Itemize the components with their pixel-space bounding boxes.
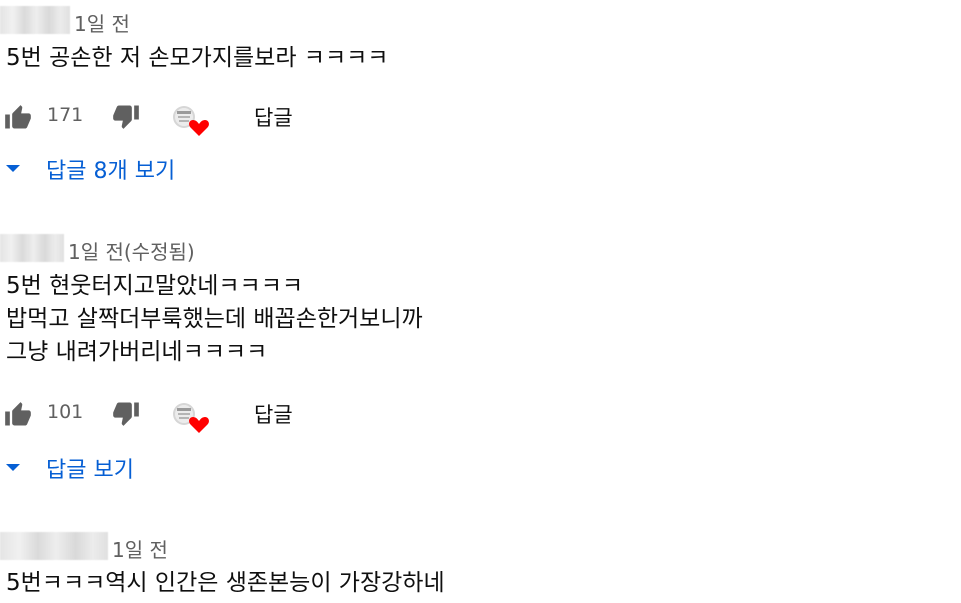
dislike-button[interactable] <box>112 102 140 130</box>
caret-down-icon <box>6 165 20 172</box>
reply-button[interactable]: 답글 <box>254 399 293 429</box>
blurred-author-name[interactable] <box>0 234 64 262</box>
like-count: 101 <box>47 401 84 423</box>
comment-text-line: 5번 현웃터지고말았네ㅋㅋㅋㅋ <box>6 273 304 299</box>
comment-text-line: 밥먹고 살짝더부룩했는데 배꼽손한거보니까 <box>6 306 423 332</box>
thumbs-down-icon <box>113 402 139 426</box>
like-count: 171 <box>47 104 84 126</box>
comment-timestamp[interactable]: 1일 전 <box>112 534 168 563</box>
like-button[interactable] <box>4 104 32 132</box>
view-replies-label: 답글 보기 <box>46 458 134 483</box>
like-button[interactable] <box>4 401 32 429</box>
comment-text: 5번 현웃터지고말았네ㅋㅋㅋㅋ 밥먹고 살짝더부룩했는데 배꼽손한거보니까 그냥… <box>6 270 423 369</box>
comment-timestamp[interactable]: 1일 전(수정됨) <box>68 236 195 265</box>
dislike-button[interactable] <box>112 399 140 427</box>
thumbs-up-icon <box>5 402 31 426</box>
blurred-author-name[interactable] <box>0 532 108 560</box>
comment-text-line: 그냥 내려가버리네ㅋㅋㅋㅋ <box>6 339 268 365</box>
blurred-author-name[interactable] <box>0 6 70 34</box>
comment-action-bar: 171 답글 <box>0 98 400 136</box>
comment-action-bar: 101 답글 <box>0 395 400 433</box>
comment-text-line: 5번 공손한 저 손모가지를보라 ㅋㅋㅋㅋ <box>6 45 389 71</box>
creator-heart-icon <box>170 399 210 435</box>
reply-button[interactable]: 답글 <box>254 102 293 132</box>
caret-down-icon <box>6 464 20 471</box>
comment-timestamp[interactable]: 1일 전 <box>74 8 130 37</box>
comment-text: 5번ㅋㅋㅋ역시 인간은 생존본능이 가장강하네 <box>6 567 445 600</box>
creator-heart-icon <box>170 102 210 138</box>
comment-text-line: 5번ㅋㅋㅋ역시 인간은 생존본능이 가장강하네 <box>6 570 445 596</box>
thumbs-up-icon <box>5 105 31 129</box>
view-replies-label: 답글 8개 보기 <box>46 159 176 184</box>
comment-text: 5번 공손한 저 손모가지를보라 ㅋㅋㅋㅋ <box>6 42 388 75</box>
thumbs-down-icon <box>113 105 139 129</box>
